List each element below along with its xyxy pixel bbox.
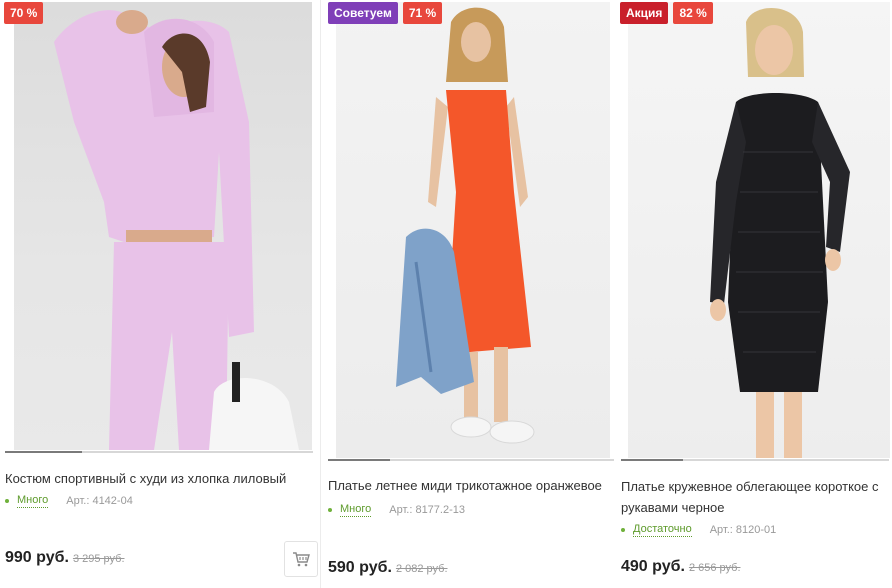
old-price: 2 656 руб. bbox=[688, 562, 741, 574]
recommend-badge: Советуем bbox=[328, 2, 398, 24]
image-slider-indicator[interactable] bbox=[328, 459, 614, 461]
product-photo-black-lace-dress bbox=[710, 8, 850, 458]
product-title[interactable]: Костюм спортивный с худи из хлопка лилов… bbox=[5, 468, 310, 489]
badge-group: Советуем 71 % bbox=[328, 2, 443, 24]
price-block: 990 руб. 3 295 руб. bbox=[5, 549, 125, 567]
current-price: 490 руб. bbox=[621, 558, 685, 575]
add-to-cart-button[interactable] bbox=[284, 541, 318, 577]
product-image[interactable] bbox=[14, 2, 312, 450]
product-meta: Много Арт.: 4142-04 bbox=[5, 493, 133, 508]
card-divider bbox=[320, 0, 321, 588]
product-photo-orange-dress bbox=[396, 7, 535, 444]
price-block: 490 руб. 2 656 руб. bbox=[621, 558, 741, 576]
article-number: Арт.: 8120-01 bbox=[709, 523, 777, 536]
product-title[interactable]: Платье кружевное облегающее короткое с р… bbox=[621, 476, 891, 518]
stock-dot-icon bbox=[5, 498, 9, 503]
current-price: 590 руб. bbox=[328, 559, 392, 576]
stock-status[interactable]: Много bbox=[340, 502, 372, 517]
image-slider-indicator[interactable] bbox=[5, 451, 313, 453]
product-meta: Много Арт.: 8177.2-13 bbox=[328, 502, 465, 517]
image-slider-indicator[interactable] bbox=[621, 459, 889, 461]
product-card-3[interactable]: Акция 82 % Платье кружевное облегающее к… bbox=[616, 0, 892, 588]
article-number: Арт.: 4142-04 bbox=[66, 494, 133, 507]
stock-status[interactable]: Достаточно bbox=[633, 522, 692, 537]
discount-badge: 82 % bbox=[673, 2, 713, 24]
product-meta: Достаточно Арт.: 8120-01 bbox=[621, 522, 776, 537]
article-number: Арт.: 8177.2-13 bbox=[389, 503, 465, 516]
badge-group: 70 % bbox=[4, 2, 44, 24]
product-card-2[interactable]: Советуем 71 % Платье летнее миди трикота… bbox=[322, 0, 616, 588]
old-price: 2 082 руб. bbox=[395, 563, 448, 575]
product-image[interactable] bbox=[628, 2, 890, 458]
discount-badge: 70 % bbox=[4, 2, 44, 24]
price-block: 590 руб. 2 082 руб. bbox=[328, 559, 448, 577]
product-image[interactable] bbox=[336, 2, 610, 458]
product-photo-tracksuit bbox=[54, 10, 299, 450]
stock-status[interactable]: Много bbox=[17, 493, 49, 508]
product-title[interactable]: Платье летнее миди трикотажное оранжевое bbox=[328, 475, 614, 496]
current-price: 990 руб. bbox=[5, 549, 69, 566]
sale-badge: Акция bbox=[620, 2, 669, 24]
stock-dot-icon bbox=[328, 507, 332, 512]
badge-group: Акция 82 % bbox=[620, 2, 713, 24]
stock-dot-icon bbox=[621, 527, 625, 532]
discount-badge: 71 % bbox=[402, 2, 443, 24]
old-price: 3 295 руб. bbox=[72, 553, 125, 565]
shopping-cart-icon bbox=[293, 552, 310, 567]
product-card-1[interactable]: 70 % Костюм спортивный с худи из хлопка … bbox=[0, 0, 318, 588]
